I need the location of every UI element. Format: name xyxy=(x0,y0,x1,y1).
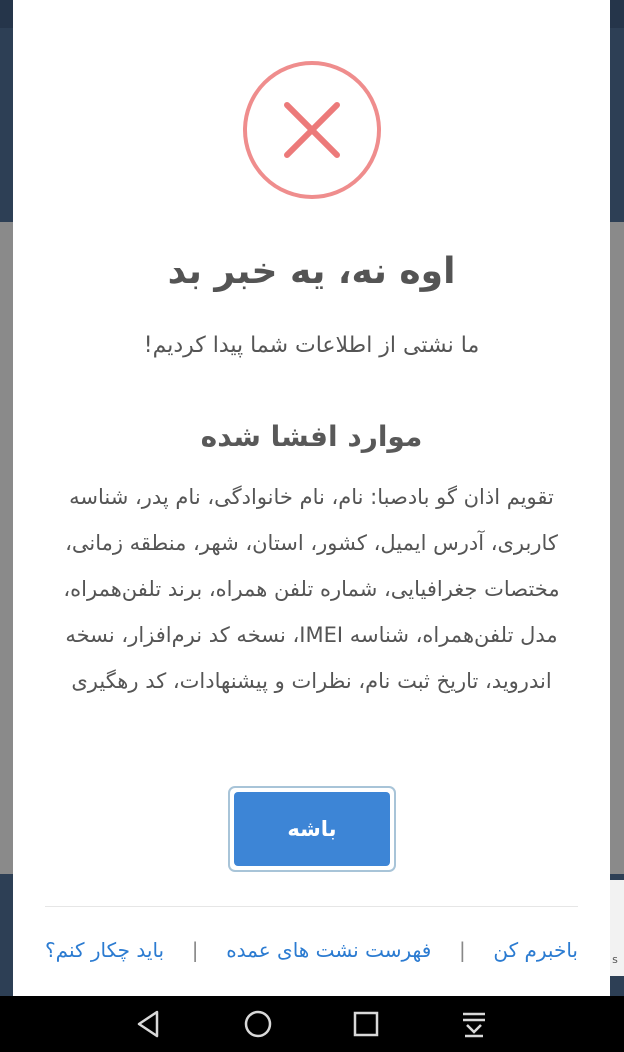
notify-me-link[interactable]: باخبرم کن xyxy=(493,938,578,962)
background-side-text: s xyxy=(612,953,618,966)
ok-button[interactable]: باشه xyxy=(234,792,390,866)
breach-alert-dialog: اوه نه، یه خبر بد ما نشتی از اطلاعات شما… xyxy=(13,0,610,996)
back-icon[interactable] xyxy=(131,1006,167,1042)
dialog-footer-links: باخبرم کن | فهرست نشت های عمده | باید چک… xyxy=(45,930,578,970)
android-navigation-bar xyxy=(0,996,624,1052)
exposed-items-description: تقویم اذان گو بادصبا: نام، نام خانوادگی،… xyxy=(63,485,560,693)
footer-separator: | xyxy=(191,938,199,962)
notifications-icon[interactable] xyxy=(456,1006,492,1042)
home-icon[interactable] xyxy=(240,1006,276,1042)
ok-button-focus-ring: باشه xyxy=(228,786,396,872)
what-to-do-link[interactable]: باید چکار کنم؟ xyxy=(45,938,164,962)
dialog-title: اوه نه، یه خبر بد xyxy=(167,251,456,292)
major-breaches-link[interactable]: فهرست نشت های عمده xyxy=(226,938,431,962)
error-x-circle-icon xyxy=(243,61,381,199)
exposed-items-heading: موارد افشا شده xyxy=(200,420,423,453)
dialog-subtitle: ما نشتی از اطلاعات شما پیدا کردیم! xyxy=(143,333,480,358)
footer-divider xyxy=(45,906,578,907)
recents-icon[interactable] xyxy=(348,1006,384,1042)
footer-separator: | xyxy=(458,938,466,962)
